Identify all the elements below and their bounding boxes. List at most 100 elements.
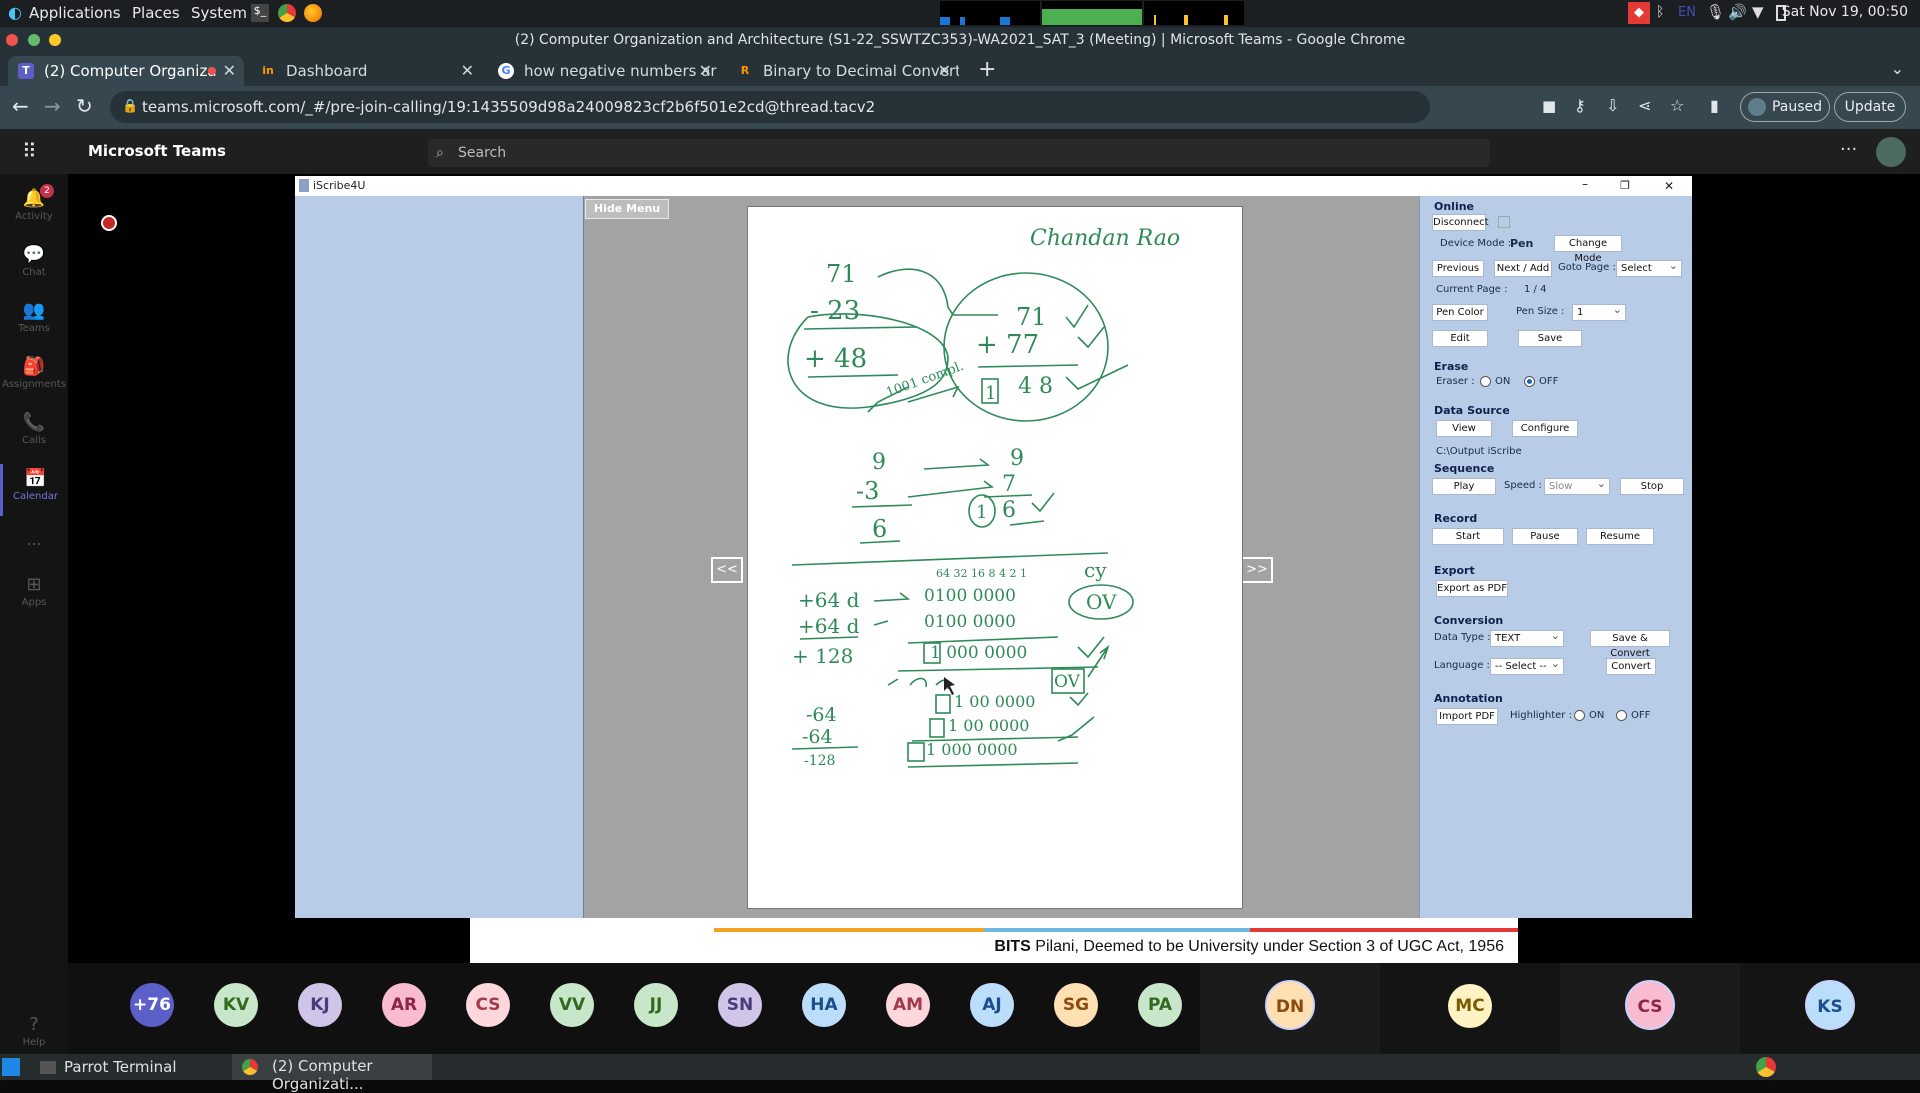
taskbar-item-chrome[interactable]: (2) Computer Organizati... (232, 1054, 432, 1093)
save-button[interactable]: Save (1518, 330, 1582, 347)
participant-avatar[interactable]: DN (1265, 980, 1315, 1030)
tab-search-chevron-icon[interactable]: ⌄ (1891, 59, 1904, 78)
app-launcher-icon[interactable]: ⠿ (22, 139, 38, 163)
highlighter-on-radio[interactable] (1574, 710, 1585, 721)
disconnect-button[interactable]: Disconnect (1432, 214, 1489, 231)
configure-button[interactable]: Configure (1512, 420, 1578, 437)
share-icon[interactable]: ⋖ (1638, 96, 1651, 115)
terminal-launcher-icon[interactable]: $_ (251, 4, 269, 22)
wifi-icon[interactable]: ▼ (1752, 3, 1764, 21)
eraser-off-radio[interactable] (1524, 376, 1535, 387)
eraser-on-radio[interactable] (1480, 376, 1491, 387)
stop-button[interactable]: Stop (1620, 478, 1684, 495)
next-page-button[interactable]: >> (1241, 557, 1273, 583)
edit-button[interactable]: Edit (1432, 330, 1488, 347)
firefox-launcher-icon[interactable] (304, 4, 322, 22)
participant-avatar[interactable]: KV (214, 983, 258, 1027)
maximize-window-dot[interactable] (28, 34, 40, 46)
participant-avatar[interactable]: AM (886, 983, 930, 1027)
export-pdf-button[interactable]: Export as PDF (1436, 580, 1508, 597)
data-type-select[interactable]: TEXT (1490, 628, 1564, 647)
hide-menu-button[interactable]: Hide Menu (585, 199, 669, 219)
applications-menu[interactable]: Applications (29, 4, 121, 22)
participant-avatar[interactable]: KJ (298, 983, 342, 1027)
connection-status-checkbox[interactable] (1498, 216, 1510, 228)
close-icon[interactable]: ✕ (1664, 176, 1674, 196)
new-tab-icon[interactable]: + (978, 57, 996, 82)
restore-icon[interactable]: ❐ (1620, 176, 1630, 196)
back-icon[interactable]: ← (12, 94, 29, 118)
previous-button[interactable]: Previous (1432, 260, 1484, 277)
pen-color-button[interactable]: Pen Color (1432, 304, 1488, 321)
play-button[interactable]: Play (1432, 478, 1496, 495)
participant-avatar[interactable]: SN (718, 983, 762, 1027)
clock[interactable]: Sat Nov 19, 00:50 (1782, 4, 1908, 20)
participant-avatar[interactable]: KS (1805, 980, 1855, 1030)
start-record-button[interactable]: Start (1432, 528, 1504, 545)
tab-teams[interactable]: T (2) Computer Organiza ✕ (8, 56, 244, 86)
side-panel-icon[interactable]: ▮ (1710, 96, 1719, 115)
resume-record-button[interactable]: Resume (1586, 528, 1654, 545)
handwriting-canvas[interactable]: Chandan Rao 71 - 23 + 48 1001 compl. 71 … (747, 206, 1243, 909)
participant-avatar[interactable]: CS (466, 983, 510, 1027)
install-icon[interactable]: ⇩ (1606, 96, 1619, 115)
user-avatar[interactable] (1876, 137, 1906, 167)
more-options-icon[interactable]: ··· (1840, 139, 1857, 160)
volume-icon[interactable]: 🔊 (1728, 3, 1747, 21)
participant-avatar[interactable]: CS (1625, 980, 1675, 1030)
close-tab-icon[interactable]: ✕ (938, 56, 951, 86)
tab-google-search[interactable]: G how negative numbers ar ✕ (488, 56, 720, 86)
close-window-dot[interactable] (6, 34, 18, 46)
forward-icon[interactable]: → (44, 94, 61, 118)
participant-avatar[interactable]: SG (1054, 983, 1098, 1027)
places-menu[interactable]: Places (132, 4, 180, 22)
participant-avatar[interactable]: AJ (970, 983, 1014, 1027)
language-indicator[interactable]: EN (1678, 5, 1696, 20)
rail-help[interactable]: ? Help (0, 1014, 68, 1048)
rail-calls[interactable]: 📞 Calls (0, 412, 68, 446)
more-participants-badge[interactable]: +76 (130, 983, 174, 1027)
rail-apps[interactable]: ⊞ Apps (0, 574, 68, 608)
minimize-icon[interactable]: – (1582, 174, 1588, 194)
convert-button[interactable]: Convert (1606, 658, 1656, 675)
chrome-launcher-icon[interactable] (278, 4, 296, 22)
rail-chat[interactable]: 💬 Chat (0, 244, 68, 278)
minimize-window-dot[interactable] (49, 34, 61, 46)
rail-assignments[interactable]: 🎒 Assignments (0, 356, 68, 390)
taskbar-item-terminal[interactable]: Parrot Terminal (24, 1056, 229, 1078)
participant-avatar[interactable]: MC (1448, 984, 1492, 1028)
close-tab-icon[interactable]: ✕ (223, 56, 236, 86)
camera-blocked-icon[interactable]: ■ (1542, 97, 1556, 115)
show-desktop-icon[interactable] (2, 1058, 20, 1076)
parrot-logo-icon[interactable]: ◐ (8, 3, 22, 22)
pause-record-button[interactable]: Pause (1512, 528, 1578, 545)
rail-teams[interactable]: 👥 Teams (0, 300, 68, 334)
change-mode-button[interactable]: Change Mode (1554, 235, 1622, 264)
goto-page-select[interactable]: Select (1616, 258, 1682, 277)
key-icon[interactable]: ⚷ (1574, 96, 1586, 115)
participant-avatar[interactable]: PA (1138, 983, 1182, 1027)
participant-avatar[interactable]: JJ (634, 983, 678, 1027)
previous-page-button[interactable]: << (711, 557, 743, 583)
speed-select[interactable]: Slow (1544, 476, 1610, 495)
url-bar[interactable]: 🔒 teams.microsoft.com/_#/pre-join-callin… (110, 91, 1430, 123)
participant-avatar[interactable]: VV (550, 983, 594, 1027)
system-menu[interactable]: System (191, 4, 247, 22)
rail-activity[interactable]: 🔔 Activity 2 (0, 184, 68, 222)
save-convert-button[interactable]: Save & Convert (1590, 630, 1670, 659)
import-pdf-button[interactable]: Import PDF (1436, 708, 1498, 725)
highlighter-off-radio[interactable] (1616, 710, 1627, 721)
pen-size-select[interactable]: 1 (1572, 302, 1626, 321)
update-button[interactable]: Update (1834, 92, 1906, 122)
participant-avatar[interactable]: AR (382, 983, 426, 1027)
tab-binary-converter[interactable]: R Binary to Decimal Convert ✕ (727, 56, 959, 86)
search-input[interactable]: ⌕ Search (428, 139, 1490, 167)
chrome-tray-icon[interactable] (1756, 1057, 1776, 1077)
microphone-icon[interactable]: 🎙 (1706, 3, 1725, 21)
rail-more[interactable]: ... (0, 530, 68, 549)
close-tab-icon[interactable]: ✕ (461, 56, 474, 86)
rail-calendar[interactable]: 📅 Calendar (0, 464, 68, 516)
bluetooth-icon[interactable]: ᛒ (1656, 4, 1664, 20)
language-select[interactable]: -- Select -- (1490, 656, 1564, 675)
view-button[interactable]: View (1436, 420, 1492, 437)
